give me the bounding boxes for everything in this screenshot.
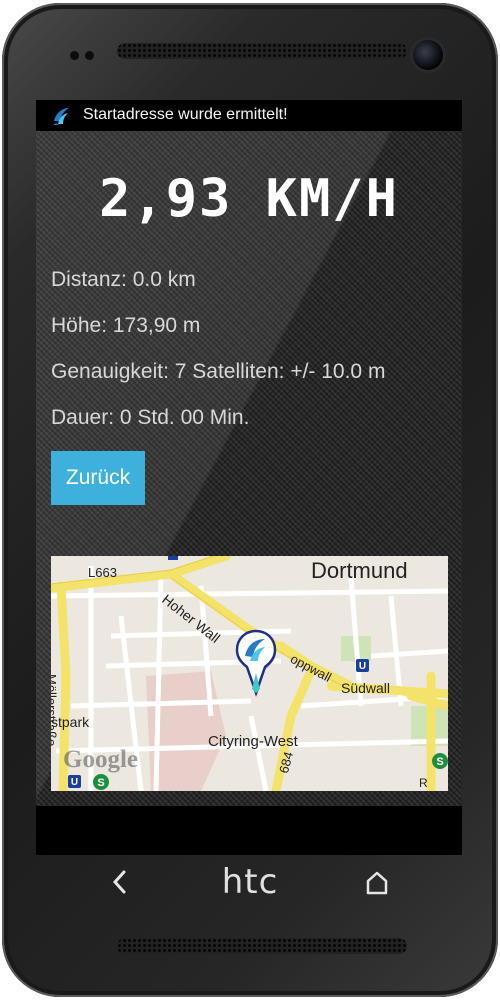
accuracy-text: Genauigkeit: 7 Satelliten: +/- 10.0 m — [51, 360, 386, 383]
earpiece-speaker — [117, 43, 407, 59]
map-street-label: stpark — [51, 714, 90, 730]
htc-logo: htc — [221, 862, 279, 902]
back-button[interactable]: Zurück — [51, 451, 145, 505]
phone-screen: Startadresse wurde ermittelt! 2,93 KM/H … — [36, 100, 462, 855]
notification-text: Startadresse wurde ermittelt! — [83, 106, 288, 123]
home-nav-button[interactable] — [364, 866, 390, 900]
svg-text:S: S — [436, 756, 443, 768]
map-city-label: Dortmund — [311, 558, 408, 583]
map-street-label: L663 — [88, 565, 117, 580]
svg-text:U: U — [359, 661, 366, 672]
front-camera — [413, 40, 443, 70]
screen-bottom-area — [36, 806, 462, 855]
status-bar[interactable]: Startadresse wurde ermittelt! — [36, 100, 462, 131]
speed-display: 2,93 KM/H — [99, 169, 399, 229]
google-logo: Google — [63, 746, 138, 773]
app-content: 2,93 KM/H Distanz: 0.0 km Höhe: 173,90 m… — [36, 131, 462, 806]
svg-text:S: S — [97, 777, 104, 789]
light-sensor — [85, 51, 94, 60]
proximity-sensor — [70, 51, 79, 60]
duration-text: Dauer: 0 Std. 00 Min. — [51, 406, 250, 429]
distance-text: Distanz: 0.0 km — [51, 268, 196, 291]
home-icon — [366, 871, 388, 895]
map-street-label: Südwall — [341, 680, 391, 696]
map-street-label: R — [419, 776, 428, 790]
map-street-label: Möllerstraße — [51, 674, 59, 747]
bottom-speaker — [117, 938, 407, 954]
app-logo-icon — [53, 108, 69, 125]
svg-text:U: U — [71, 777, 78, 788]
altitude-text: Höhe: 173,90 m — [51, 314, 201, 337]
map-street-label: Cityring-West — [208, 733, 298, 750]
map-view[interactable]: U U S S Dortmund L663 Hoher Wall Möllers… — [51, 556, 448, 791]
location-pin-icon[interactable] — [235, 629, 277, 697]
